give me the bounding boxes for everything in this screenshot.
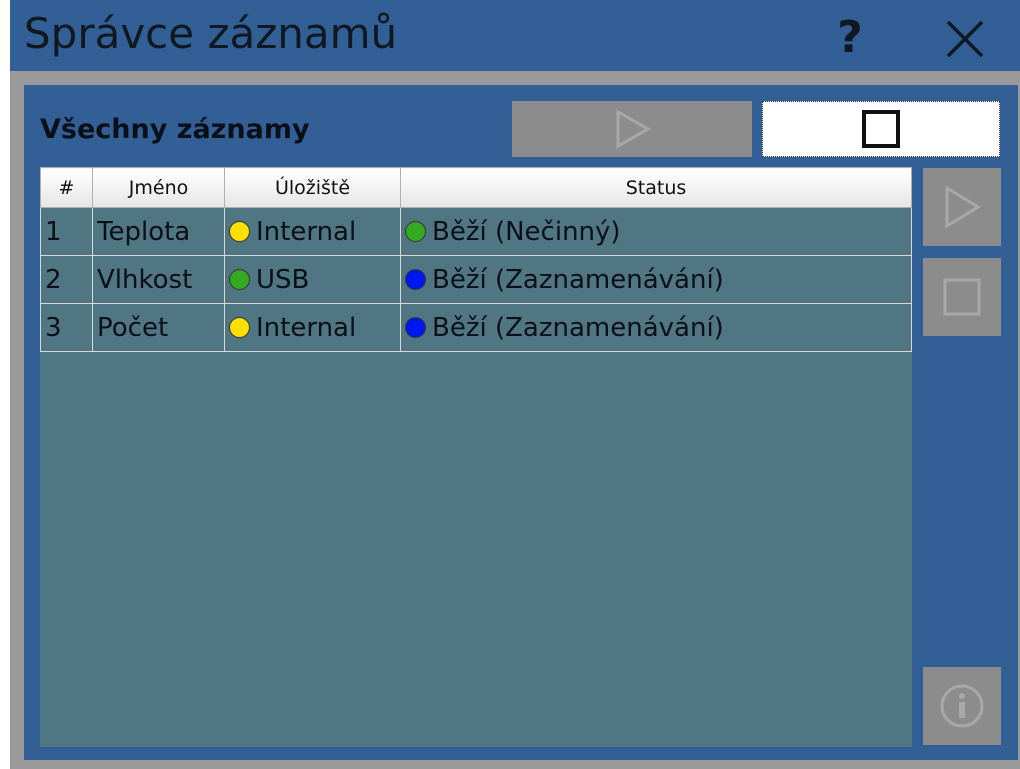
- row-number: 1: [40, 207, 93, 256]
- stop-all-button[interactable]: [762, 101, 1000, 157]
- column-header-name[interactable]: Jméno: [92, 167, 225, 208]
- window-title: Správce záznamů: [24, 9, 398, 58]
- records-table: # Jméno Úložiště Status 1 Teplota Intern…: [40, 167, 912, 352]
- stop-square-icon: [943, 278, 981, 316]
- close-button[interactable]: [940, 14, 990, 64]
- help-button[interactable]: ?: [822, 10, 878, 66]
- row-status-cell: Běží (Zaznamenávání): [400, 255, 912, 304]
- column-header-number[interactable]: #: [40, 167, 93, 208]
- table-header-row: # Jméno Úložiště Status: [40, 167, 912, 208]
- row-status: Běží (Zaznamenávání): [432, 312, 724, 343]
- play-icon: [616, 109, 652, 149]
- column-header-status[interactable]: Status: [400, 167, 912, 208]
- row-status-cell: Běží (Nečinný): [400, 207, 912, 256]
- row-status: Běží (Nečinný): [432, 216, 621, 247]
- status-dot: [405, 221, 426, 242]
- row-name: Teplota: [92, 207, 225, 256]
- column-header-storage[interactable]: Úložiště: [224, 167, 401, 208]
- title-bar: Správce záznamů ?: [10, 0, 1020, 71]
- row-storage-cell: Internal: [224, 207, 401, 256]
- info-icon: [940, 684, 984, 728]
- row-storage-cell: USB: [224, 255, 401, 304]
- start-selected-button[interactable]: [923, 168, 1001, 246]
- storage-status-dot: [229, 221, 250, 242]
- close-x-icon: [946, 20, 984, 58]
- stop-square-icon: [862, 110, 900, 148]
- row-status: Běží (Zaznamenávání): [432, 264, 724, 295]
- row-number: 3: [40, 303, 93, 352]
- question-mark-icon: ?: [837, 12, 863, 63]
- section-title: Všechny záznamy: [40, 114, 310, 145]
- storage-status-dot: [229, 269, 250, 290]
- play-icon: [945, 185, 981, 229]
- row-name: Vlhkost: [92, 255, 225, 304]
- start-all-button[interactable]: [512, 101, 752, 157]
- row-storage: Internal: [256, 312, 357, 343]
- row-status-cell: Běží (Zaznamenávání): [400, 303, 912, 352]
- records-table-area: # Jméno Úložiště Status 1 Teplota Intern…: [40, 167, 912, 747]
- status-dot: [405, 269, 426, 290]
- table-row[interactable]: 1 Teplota Internal Běží (Nečinný): [40, 207, 912, 256]
- table-row[interactable]: 2 Vlhkost USB Běží (Zaznamenávání): [40, 255, 912, 304]
- stop-selected-button[interactable]: [923, 258, 1001, 336]
- row-storage-cell: Internal: [224, 303, 401, 352]
- table-row[interactable]: 3 Počet Internal Běží (Zaznamenávání): [40, 303, 912, 352]
- row-storage: Internal: [256, 216, 357, 247]
- row-number: 2: [40, 255, 93, 304]
- status-dot: [405, 317, 426, 338]
- storage-status-dot: [229, 317, 250, 338]
- row-storage: USB: [256, 264, 310, 295]
- info-button[interactable]: [923, 667, 1001, 745]
- row-name: Počet: [92, 303, 225, 352]
